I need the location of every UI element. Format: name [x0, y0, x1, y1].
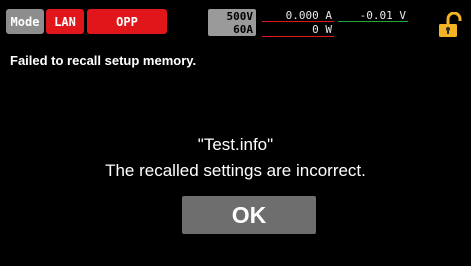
mode-badge[interactable]: Mode	[6, 9, 44, 34]
unlocked-padlock-icon[interactable]	[438, 11, 462, 38]
opp-badge: OPP	[87, 9, 167, 34]
instrument-screen: Mode LAN OPP 500V 60A 0.000 A -0.01 V 0 …	[0, 0, 471, 266]
dialog-file-name: "Test.info"	[197, 135, 274, 154]
error-message: Failed to recall setup memory.	[10, 53, 197, 68]
rating-panel: 500V 60A	[208, 9, 256, 36]
current-underline	[262, 21, 334, 22]
dialog-detail: The recalled settings are incorrect.	[105, 161, 366, 180]
ok-button[interactable]: OK	[182, 196, 316, 234]
power-underline	[262, 36, 334, 37]
power-readout: 0 W	[312, 23, 332, 36]
rating-current: 60A	[233, 23, 253, 36]
voltage-underline	[338, 21, 408, 22]
rating-voltage: 500V	[226, 10, 254, 23]
lan-badge: LAN	[46, 9, 84, 34]
